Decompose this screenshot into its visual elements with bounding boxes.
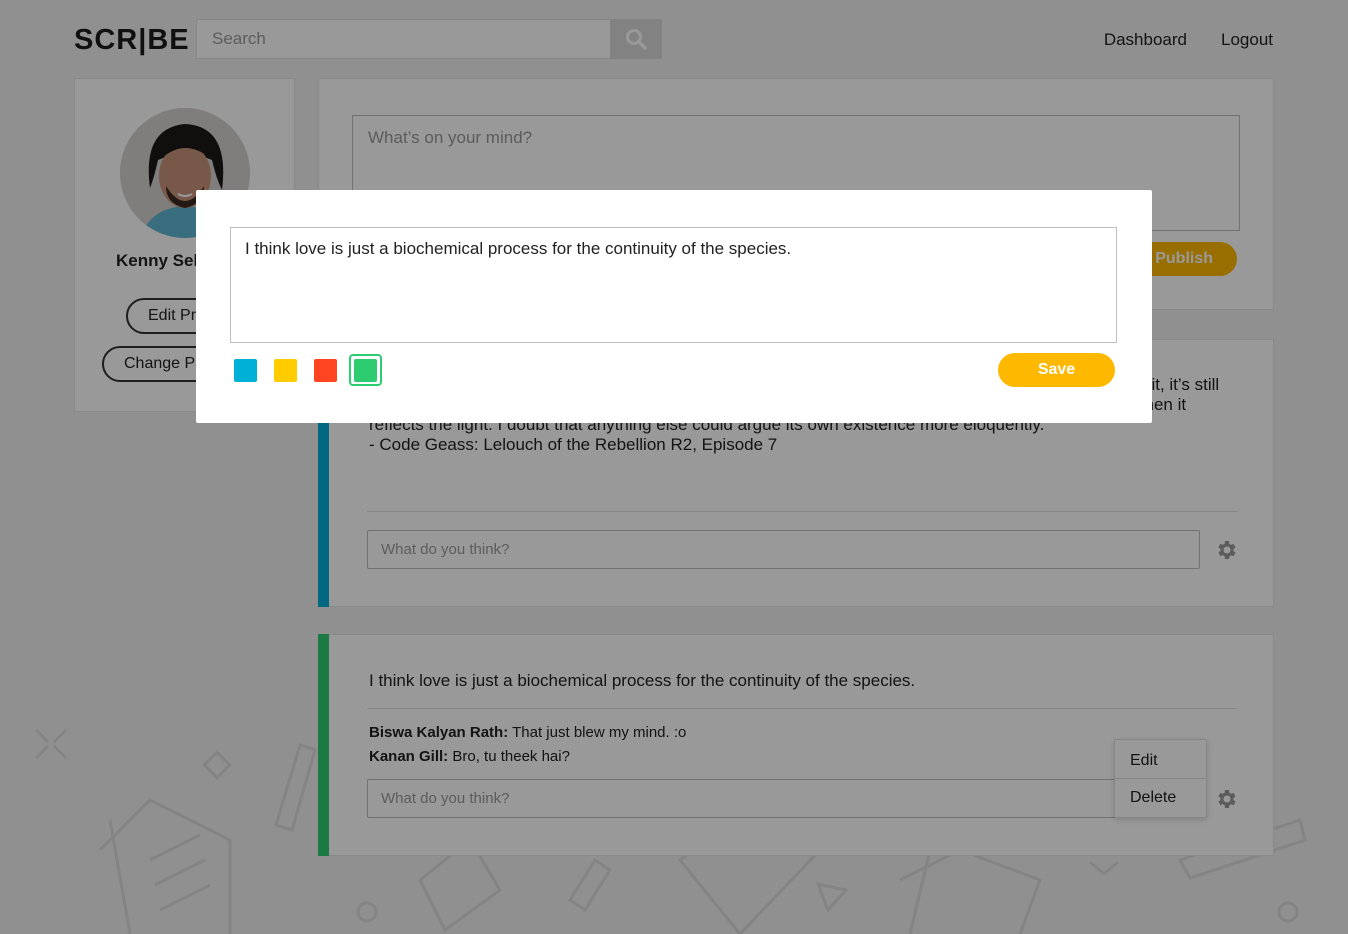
edit-post-textarea[interactable]: I think love is just a biochemical proce… [230, 227, 1117, 343]
save-button[interactable]: Save [998, 353, 1115, 387]
color-swatch-red[interactable] [314, 359, 337, 382]
color-swatch-yellow[interactable] [274, 359, 297, 382]
color-swatch-green[interactable] [354, 359, 377, 382]
modal-overlay[interactable] [0, 0, 1348, 934]
color-swatch-blue[interactable] [234, 359, 257, 382]
edit-post-modal: I think love is just a biochemical proce… [196, 190, 1152, 423]
